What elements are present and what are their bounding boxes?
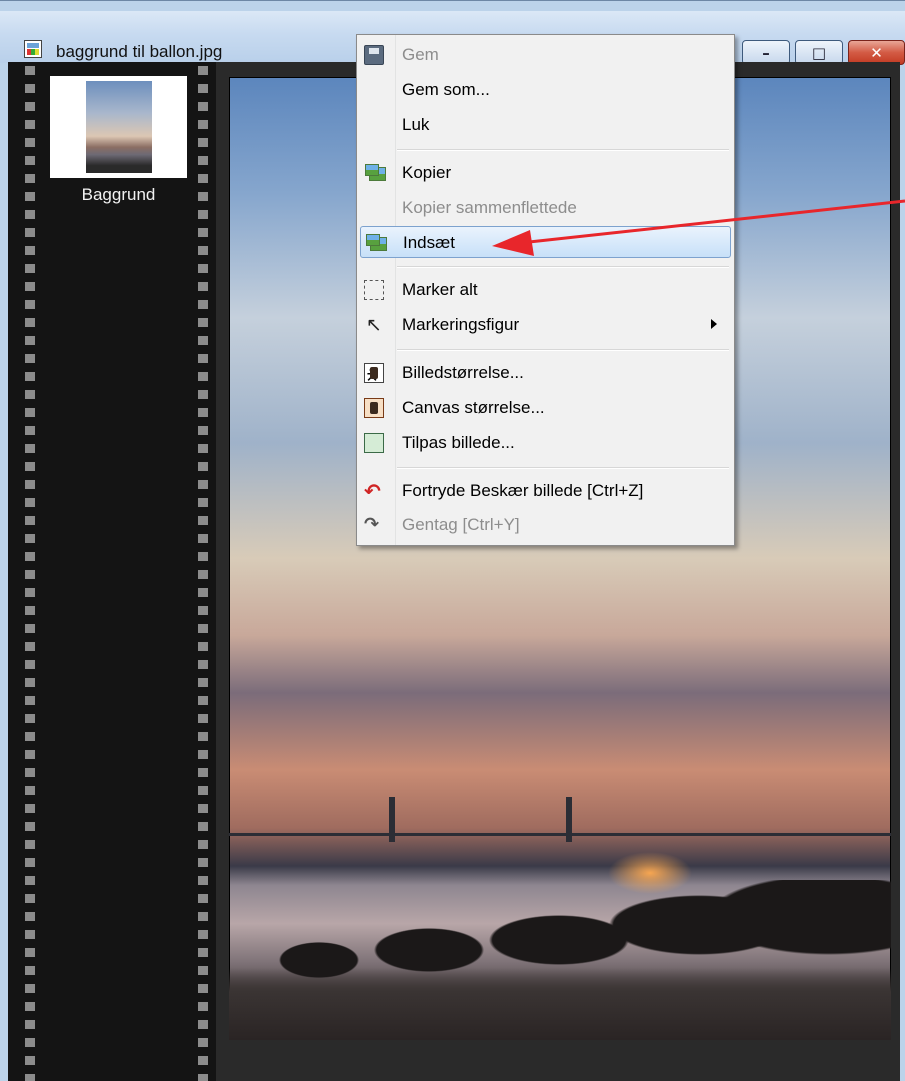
film-sprockets-right (193, 62, 213, 1081)
menu-item-label: Kopier (402, 163, 452, 182)
film-sprockets-left (20, 62, 40, 1081)
menu-item-label: Kopier sammenflettede (402, 198, 577, 217)
pointer-icon: ↖ (366, 314, 382, 336)
redo-icon: ↷ (364, 514, 380, 535)
menu-item-label: Gem (402, 45, 439, 64)
menu-item-label: Luk (402, 115, 430, 134)
bridge-tower-right (566, 797, 572, 842)
menu-item-gem-som[interactable]: Gem som... (360, 74, 731, 106)
bridge-tower-left (389, 797, 395, 842)
paste-image-icon (366, 234, 387, 251)
person-glyph (370, 402, 378, 414)
menu-item-kopier[interactable]: Kopier (360, 157, 731, 189)
menu-separator (397, 149, 729, 151)
menu-separator (397, 467, 729, 469)
menu-separator (397, 266, 729, 268)
close-icon: ✕ (870, 44, 883, 62)
context-menu: Gem Gem som... Luk Kopier Kopier sammenf… (356, 34, 735, 546)
image-file-icon (24, 40, 42, 58)
menu-item-canvas-storrelse[interactable]: Canvas størrelse... (360, 392, 731, 424)
menu-item-kopier-sammenflettede[interactable]: Kopier sammenflettede (360, 192, 731, 224)
window-title: baggrund til ballon.jpg (56, 42, 223, 61)
layer-label[interactable]: Baggrund (50, 185, 187, 205)
image-size-icon (364, 363, 384, 383)
menu-item-billedstorrelse[interactable]: Billedstørrelse... (360, 357, 731, 389)
menu-item-label: Gentag [Ctrl+Y] (402, 515, 520, 534)
menu-item-gem[interactable]: Gem (360, 39, 731, 71)
menu-item-label: Billedstørrelse... (402, 363, 524, 382)
copy-image-icon (365, 164, 386, 181)
menu-separator (397, 349, 729, 351)
save-icon (364, 45, 384, 65)
menu-item-label: Gem som... (402, 80, 490, 99)
layer-thumbnail[interactable] (50, 76, 187, 178)
menu-item-marker-alt[interactable]: Marker alt (360, 274, 731, 306)
person-glyph (370, 367, 378, 379)
menu-item-luk[interactable]: Luk (360, 109, 731, 141)
bridge-deck (229, 833, 891, 836)
menu-item-indsaet[interactable]: Indsæt (360, 226, 731, 258)
menu-item-label: Indsæt (403, 233, 455, 252)
fit-image-icon (364, 433, 384, 453)
menu-item-tilpas-billede[interactable]: Tilpas billede... (360, 427, 731, 459)
menu-item-markeringsfigur[interactable]: ↖ Markeringsfigur (360, 309, 731, 341)
maximize-icon: □ (811, 44, 827, 62)
menu-item-label: Canvas størrelse... (402, 398, 545, 417)
menu-item-label: Fortryde Beskær billede [Ctrl+Z] (402, 481, 644, 500)
menu-item-label: Marker alt (402, 280, 478, 299)
menu-item-label: Markeringsfigur (402, 315, 520, 334)
menu-item-label: Tilpas billede... (402, 433, 515, 452)
canvas-size-icon (364, 398, 384, 418)
minimize-icon: – (762, 44, 770, 62)
undo-icon: ↶ (364, 479, 381, 503)
select-all-icon (364, 280, 384, 300)
menu-item-fortryde[interactable]: ↶ Fortryde Beskær billede [Ctrl+Z] (360, 475, 731, 507)
submenu-arrow-icon (711, 319, 717, 329)
thumbnail-image (86, 81, 152, 173)
shore-rocks (229, 880, 891, 1040)
menu-item-gentag[interactable]: ↷ Gentag [Ctrl+Y] (360, 509, 731, 541)
